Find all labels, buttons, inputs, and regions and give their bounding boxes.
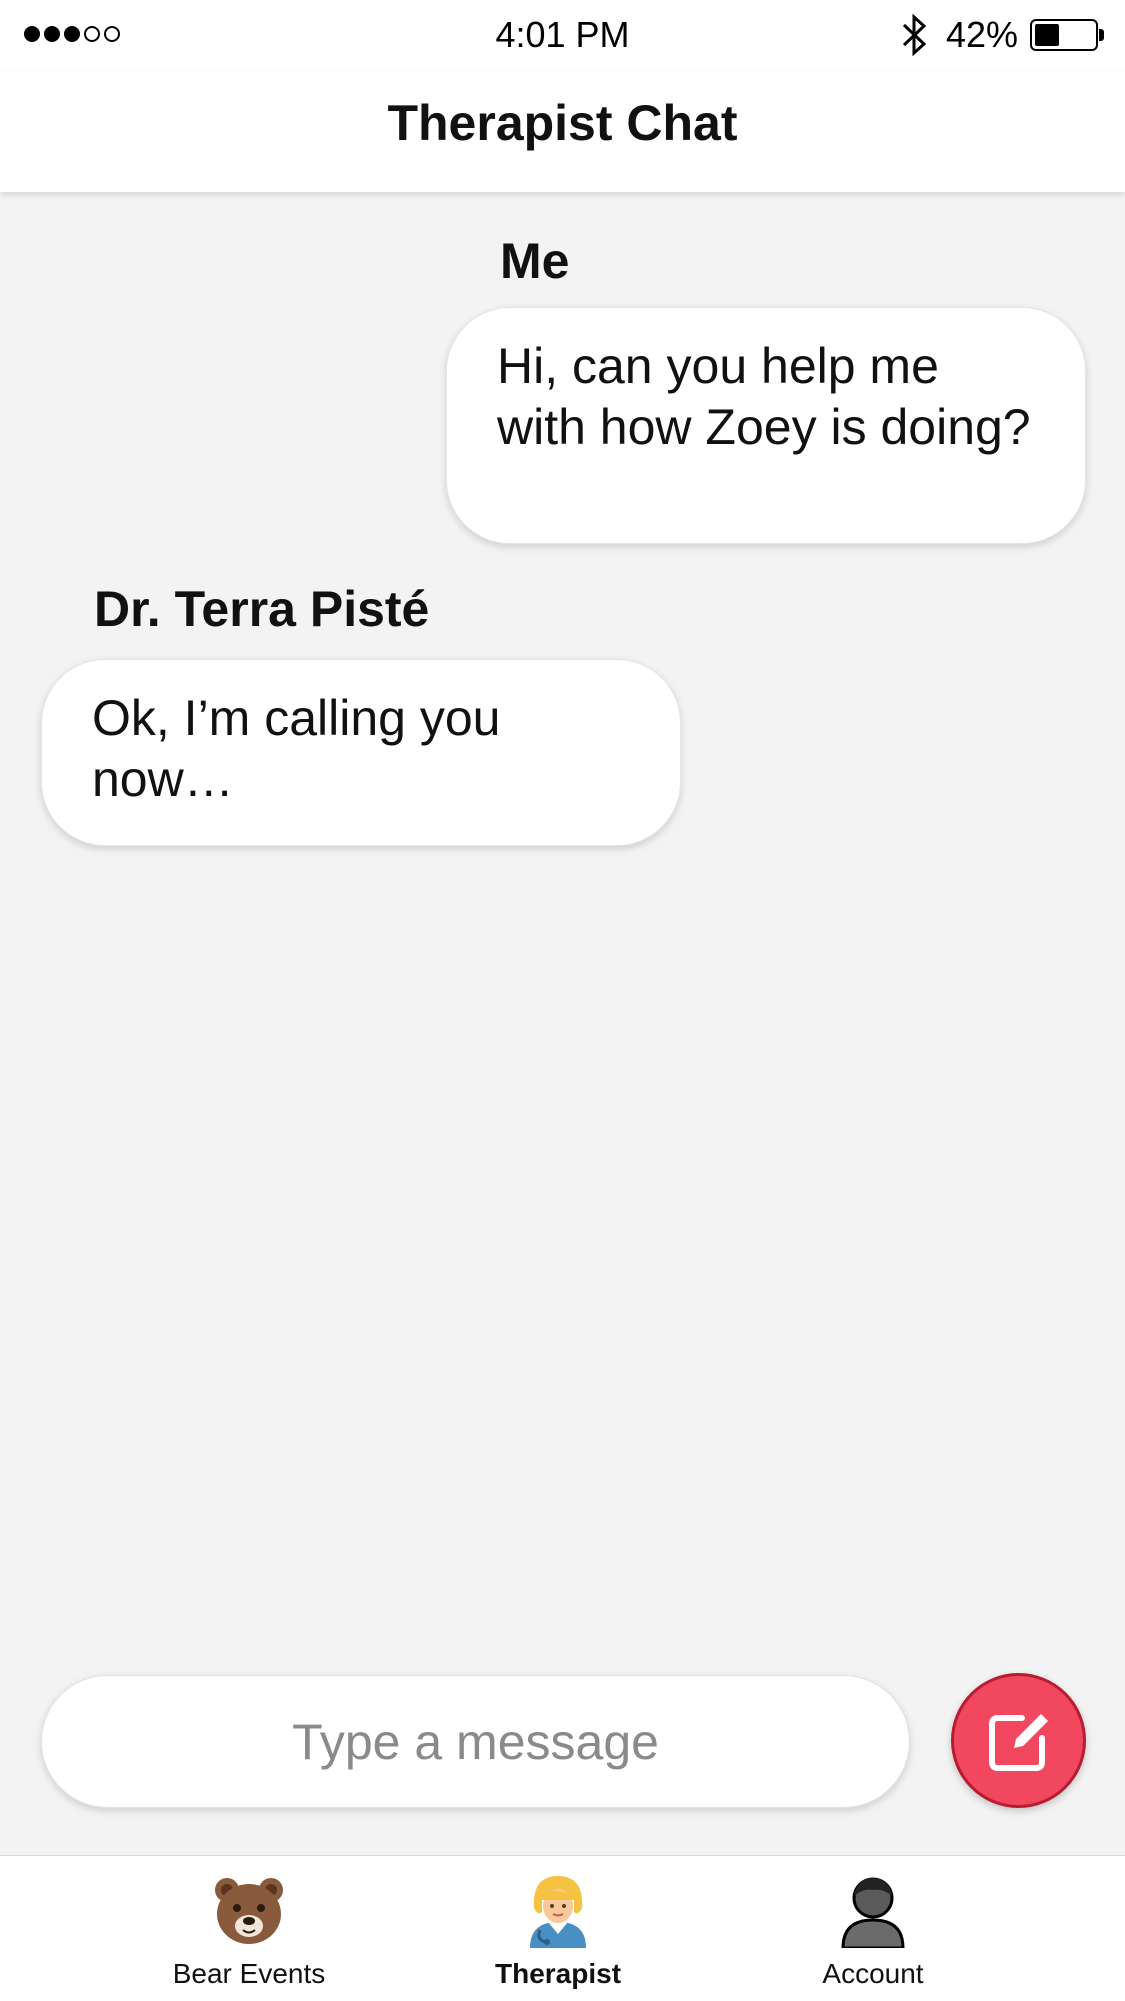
message-bubble-incoming: Ok, I’m calling you now… (41, 659, 681, 846)
message-sender-therapist: Dr. Terra Pisté (94, 581, 430, 637)
tab-bar: Bear Events Therapist Account (0, 1855, 1125, 2001)
status-bar: 4:01 PM 42% (0, 0, 1125, 72)
battery-tip (1099, 29, 1104, 41)
tab-account[interactable]: Account (753, 1856, 993, 2001)
compose-icon (988, 1713, 1048, 1771)
compose-send-button[interactable] (951, 1673, 1086, 1808)
tab-label: Therapist (494, 1958, 622, 1989)
health-worker-icon (530, 1876, 586, 1948)
battery-level (1035, 24, 1059, 46)
bluetooth-icon (902, 14, 927, 56)
chat-screen: 4:01 PM 42% Therapist Chat Me Hi, can yo… (0, 0, 1125, 2001)
tab-therapist[interactable]: Therapist (438, 1856, 678, 2001)
message-text: Ok, I’m calling you now… (92, 690, 501, 807)
person-silhouette-icon (841, 1877, 905, 1948)
tab-label: Account (822, 1958, 924, 1989)
nav-header: Therapist Chat (0, 72, 1125, 192)
battery-percentage: 42% (946, 14, 1019, 55)
bear-face-icon (215, 1878, 283, 1944)
message-bubble-outgoing: Hi, can you help me with how Zoey is doi… (446, 307, 1086, 544)
battery-icon (1030, 19, 1098, 51)
message-sender-me: Me (500, 233, 570, 289)
page-title: Therapist Chat (387, 95, 738, 151)
tab-label: Bear Events (172, 1958, 326, 1989)
tab-bear-events[interactable]: Bear Events (129, 1856, 369, 2001)
message-input[interactable] (41, 1675, 910, 1808)
message-text: Hi, can you help me with how Zoey is doi… (497, 338, 1031, 455)
